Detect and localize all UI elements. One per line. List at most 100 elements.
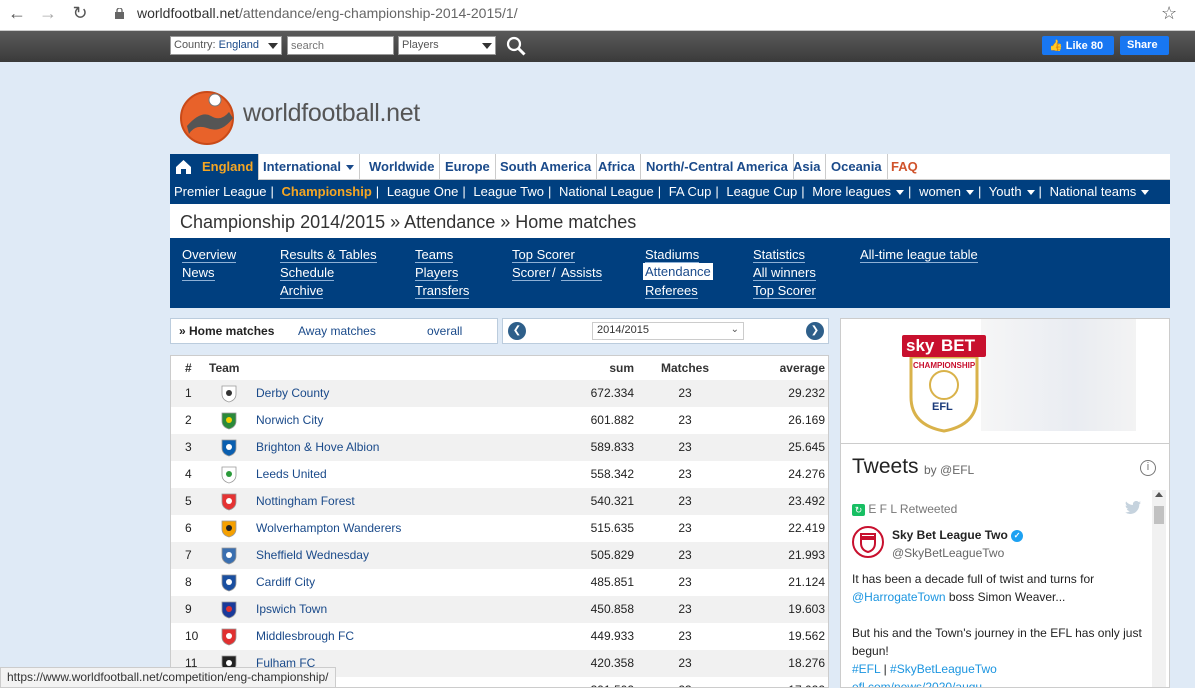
- tweet-mention-link[interactable]: @HarrogateTown: [852, 590, 946, 604]
- forward-icon[interactable]: →: [36, 3, 60, 24]
- nav-europe[interactable]: Europe: [440, 154, 496, 180]
- team-link[interactable]: Cardiff City: [256, 569, 315, 596]
- bookmark-star-icon[interactable]: ☆: [1161, 3, 1177, 24]
- link-top-scorer-history[interactable]: Top Scorer: [753, 283, 816, 299]
- tweet-url-link[interactable]: efl.com/news/2020/augu...: [852, 678, 1147, 687]
- team-link[interactable]: Sheffield Wednesday: [256, 542, 369, 569]
- link-transfers[interactable]: Transfers: [415, 283, 470, 299]
- team-link[interactable]: Wolverhampton Wanderers: [256, 515, 401, 542]
- rank-cell: 4: [185, 467, 192, 481]
- nav-faq[interactable]: FAQ: [886, 154, 923, 180]
- link-results-tables[interactable]: Results & Tables: [280, 247, 377, 263]
- average-cell: 17.022: [741, 677, 825, 687]
- tweet-author-name[interactable]: Sky Bet League Two ✓: [892, 528, 1024, 542]
- link-referees[interactable]: Referees: [645, 283, 698, 299]
- average-cell: 21.993: [788, 548, 825, 562]
- chevron-down-icon: ⌄: [730, 324, 739, 335]
- subnav-championship[interactable]: Championship: [282, 184, 372, 199]
- subnav-national-teams[interactable]: National teams: [1050, 184, 1150, 199]
- site-logo-text[interactable]: worldfootball.net: [243, 99, 420, 128]
- team-crest-icon[interactable]: [219, 438, 239, 458]
- hashtag-skybetleaguetwo-link[interactable]: #SkyBetLeagueTwo: [890, 662, 997, 676]
- nav-south-america[interactable]: South America: [495, 154, 598, 180]
- hashtag-efl-link[interactable]: #EFL: [852, 662, 880, 676]
- team-link[interactable]: Norwich City: [256, 407, 323, 434]
- team-crest-icon[interactable]: [219, 573, 239, 593]
- facebook-like-button[interactable]: 👍 Like 80: [1042, 36, 1114, 55]
- team-link[interactable]: Derby County: [256, 380, 329, 407]
- avatar[interactable]: [852, 526, 884, 558]
- tweets-scrollbar[interactable]: [1152, 490, 1166, 687]
- subnav-league-cup[interactable]: League Cup: [726, 184, 797, 199]
- subnav-fa-cup[interactable]: FA Cup: [669, 184, 712, 199]
- subnav-more-leagues[interactable]: More leagues: [812, 184, 905, 199]
- nav-worldwide[interactable]: Worldwide: [364, 154, 441, 180]
- season-select[interactable]: 2014/2015 ⌄: [592, 322, 744, 340]
- home-button[interactable]: [170, 154, 197, 180]
- link-all-winners[interactable]: All winners: [753, 265, 816, 281]
- team-link[interactable]: Ipswich Town: [256, 596, 327, 623]
- nav-asia[interactable]: Asia: [788, 154, 827, 180]
- team-link[interactable]: Leeds United: [256, 461, 327, 488]
- facebook-share-button[interactable]: Share: [1120, 36, 1169, 55]
- team-crest-icon[interactable]: [219, 519, 239, 539]
- link-news[interactable]: News: [182, 265, 215, 281]
- previous-season-icon[interactable]: ❮: [508, 322, 526, 340]
- tweets-by[interactable]: by @EFL: [924, 463, 974, 477]
- link-players[interactable]: Players: [415, 265, 459, 281]
- subnav-youth[interactable]: Youth: [989, 184, 1035, 199]
- address-bar[interactable]: worldfootball.net/attendance/eng-champio…: [137, 5, 518, 21]
- link-teams[interactable]: Teams: [415, 247, 454, 263]
- link-top-scorer[interactable]: Top Scorer: [512, 247, 575, 263]
- info-icon[interactable]: i: [1140, 460, 1156, 476]
- link-assists[interactable]: Assists: [561, 265, 603, 281]
- team-crest-icon[interactable]: [219, 546, 239, 566]
- subnav-national-league[interactable]: National League: [559, 184, 654, 199]
- attendance-table: # Team sum Matches average 1 Derby County…: [170, 355, 829, 688]
- crest-emblem: [226, 660, 232, 666]
- link-scorer[interactable]: Scorer: [512, 265, 551, 281]
- tab-away-matches[interactable]: Away matches: [298, 319, 376, 343]
- team-crest-icon[interactable]: [219, 411, 239, 431]
- subnav-women[interactable]: women: [919, 184, 974, 199]
- next-season-icon[interactable]: ❯: [806, 322, 824, 340]
- team-crest-icon[interactable]: [219, 492, 239, 512]
- search-icon[interactable]: [506, 36, 528, 58]
- tab-home-matches[interactable]: » Home matches: [179, 319, 274, 343]
- link-attendance[interactable]: Attendance: [643, 263, 713, 280]
- subnav-league-one[interactable]: League One: [387, 184, 459, 199]
- team-link[interactable]: Nottingham Forest: [256, 488, 355, 515]
- worldfootball-logo-icon[interactable]: [177, 88, 237, 146]
- reload-icon[interactable]: ↻: [68, 3, 92, 24]
- link-schedule[interactable]: Schedule: [280, 265, 335, 281]
- category-select[interactable]: Players: [398, 36, 496, 55]
- link-stadiums[interactable]: Stadiums: [645, 247, 700, 263]
- subnav-premier-league[interactable]: Premier League: [174, 184, 267, 199]
- link-archive[interactable]: Archive: [280, 283, 324, 299]
- tweet-author-handle[interactable]: @SkyBetLeagueTwo: [892, 546, 1004, 560]
- team-crest-icon[interactable]: [219, 600, 239, 620]
- nav-africa[interactable]: Africa: [593, 154, 641, 180]
- team-crest-icon[interactable]: [219, 384, 239, 404]
- sky-bet-championship-ad[interactable]: sky BET CHAMPIONSHIP EFL: [840, 318, 1170, 460]
- scrollbar-thumb[interactable]: [1154, 506, 1164, 524]
- team-crest-icon[interactable]: [219, 465, 239, 485]
- link-overview[interactable]: Overview: [182, 247, 237, 263]
- scorer-assists-separator: /: [552, 265, 556, 280]
- tab-overall[interactable]: overall: [427, 319, 462, 343]
- search-input[interactable]: [287, 36, 394, 55]
- twitter-bird-icon[interactable]: [1125, 501, 1141, 514]
- nav-north-central-america[interactable]: North/-Central America: [641, 154, 794, 180]
- scroll-up-icon[interactable]: [1155, 492, 1163, 497]
- back-icon[interactable]: ←: [5, 3, 29, 24]
- nav-international[interactable]: International: [258, 154, 361, 180]
- team-crest-icon[interactable]: [219, 627, 239, 647]
- subnav-league-two[interactable]: League Two: [473, 184, 544, 199]
- team-link[interactable]: Middlesbrough FC: [256, 623, 354, 650]
- team-link[interactable]: Brighton & Hove Albion: [256, 434, 379, 461]
- link-all-time-table[interactable]: All-time league table: [860, 247, 978, 263]
- link-statistics[interactable]: Statistics: [753, 247, 806, 263]
- nav-england[interactable]: England: [197, 154, 260, 180]
- country-select[interactable]: Country: England: [170, 36, 282, 55]
- nav-oceania[interactable]: Oceania: [826, 154, 888, 180]
